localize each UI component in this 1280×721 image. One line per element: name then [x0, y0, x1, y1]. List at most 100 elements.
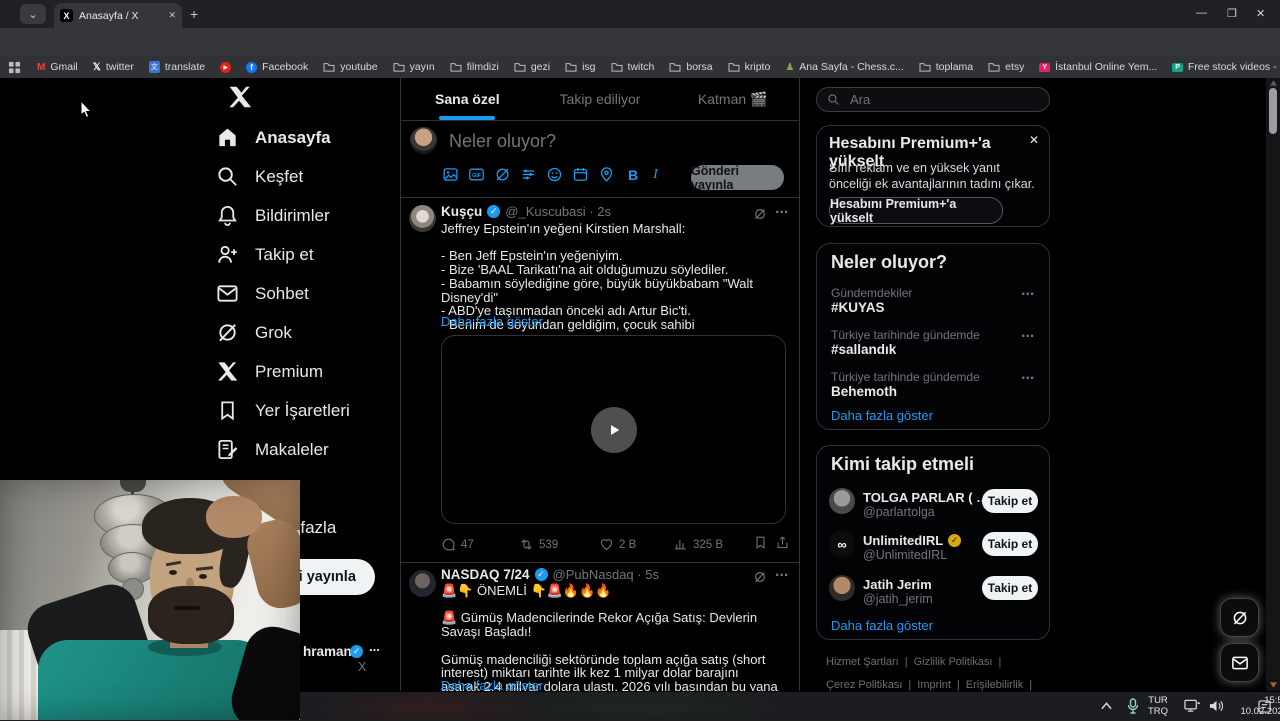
emoji-icon[interactable] — [546, 166, 563, 183]
follow-user-name[interactable]: UnlimitedIRL — [863, 533, 943, 548]
tab-close-icon[interactable]: ✕ — [168, 10, 176, 21]
network-icon[interactable] — [1184, 699, 1201, 713]
sidebar-item-yer-isaretleri[interactable]: Yer İşaretleri — [216, 391, 396, 430]
sidebar-item-bildirimler[interactable]: Bildirimler — [216, 196, 396, 235]
browser-tab[interactable]: X Anasayfa / X ✕ — [54, 3, 182, 28]
tweet-more-button[interactable]: ... — [775, 200, 788, 218]
trend-topic[interactable]: Behemoth — [831, 384, 897, 399]
trend-more-button[interactable]: ... — [1021, 282, 1034, 300]
follow-user-avatar[interactable]: ∞ — [829, 531, 855, 557]
follow-button[interactable]: Takip et — [982, 489, 1038, 513]
trend-topic[interactable]: #sallandık — [831, 342, 896, 357]
sidebar-item-makaleler[interactable]: Makaleler — [216, 430, 396, 469]
bookmark-facebook[interactable]: f Facebook — [246, 61, 308, 73]
tweet1-video-player[interactable] — [441, 335, 786, 524]
tweet1-reposts[interactable]: 539 — [519, 537, 558, 552]
page-scrollbar[interactable] — [1266, 78, 1280, 691]
bookmark-youtube-icon-only[interactable]: ▶ — [220, 61, 232, 73]
window-menu-button[interactable]: ⌄ — [20, 4, 46, 24]
tab-takip-ediliyor[interactable]: Takip ediliyor — [534, 78, 667, 120]
tweet-more-button[interactable]: ... — [775, 563, 788, 581]
speaker-icon[interactable] — [1209, 699, 1224, 713]
grok-fab[interactable] — [1220, 598, 1259, 637]
scrollbar-up-arrow[interactable] — [1270, 80, 1277, 86]
footer-link[interactable]: Hizmet Şartları — [826, 654, 899, 671]
poll-icon[interactable] — [520, 166, 537, 183]
share-icon[interactable] — [775, 535, 790, 550]
bookmark-translate[interactable]: 文 translate — [148, 61, 205, 73]
tweet2-meta[interactable]: @PubNasdaq · 5s — [553, 567, 659, 582]
tweet1-avatar[interactable] — [409, 205, 436, 232]
trends-show-more[interactable]: Daha fazla göster — [831, 408, 933, 423]
follow-button[interactable]: Takip et — [982, 532, 1038, 556]
window-minimize-button[interactable]: — — [1196, 7, 1207, 19]
tweet1-name[interactable]: Kuşçu — [441, 204, 482, 219]
bookmark-istanbul[interactable]: Y İstanbul Online Yem... — [1039, 61, 1157, 73]
follow-show-more[interactable]: Daha fazla göster — [831, 618, 933, 633]
follow-user-name[interactable]: TOLGA PARLAR ( … — [863, 490, 989, 505]
trend-more-button[interactable]: ... — [1021, 366, 1034, 384]
tab-katman[interactable]: Katman 🎬 — [666, 78, 799, 120]
bookmark-folder-borsa[interactable]: borsa — [669, 61, 713, 73]
bold-icon[interactable]: B — [628, 167, 638, 183]
bookmark-folder-etsy[interactable]: etsy — [988, 61, 1024, 73]
x-logo[interactable] — [227, 84, 253, 110]
sidebar-profile-name[interactable]: hraman — [303, 644, 352, 659]
bookmark-freestock[interactable]: PFree stock videos - P... — [1172, 61, 1280, 73]
tweet1-replies[interactable]: 47 — [441, 537, 474, 552]
bookmark-folder-yayin[interactable]: yayın — [393, 61, 435, 73]
scrollbar-down-arrow[interactable] — [1270, 682, 1277, 688]
sidebar-item-grok[interactable]: Grok — [216, 313, 396, 352]
profile-more-button[interactable]: ... — [369, 639, 380, 654]
location-icon[interactable] — [598, 166, 615, 183]
sidebar-item-sohbet[interactable]: Sohbet — [216, 274, 396, 313]
sidebar-item-premium[interactable]: Premium — [216, 352, 396, 391]
action-center-icon[interactable] — [1258, 700, 1272, 713]
bookmark-twitter[interactable]: 𝕏twitter — [93, 61, 134, 73]
trend-more-button[interactable]: ... — [1021, 324, 1034, 342]
tweet1-meta[interactable]: @_Kuscubasi · 2s — [505, 204, 611, 219]
follow-user-name[interactable]: Jatih Jerim — [863, 577, 932, 592]
clock[interactable]: 15:55 10.02.2026 — [1228, 695, 1280, 717]
search-box[interactable] — [816, 87, 1050, 112]
composer-post-button[interactable]: Gönderi yayınla — [691, 164, 784, 192]
play-button[interactable] — [590, 406, 637, 453]
premium-upgrade-button[interactable]: Hesabını Premium+'a yükselt — [829, 197, 1003, 225]
microphone-icon[interactable] — [1127, 698, 1139, 714]
bookmark-chess[interactable]: ♟ Ana Sayfa - Chess.c... — [785, 61, 903, 73]
bookmark-folder-twitch[interactable]: twitch — [611, 61, 654, 73]
footer-link[interactable]: Gizlilik Politikası — [914, 654, 993, 671]
bookmark-folder-toplama[interactable]: toplama — [919, 61, 973, 73]
window-restore-button[interactable]: ❐ — [1227, 7, 1237, 20]
follow-button[interactable]: Takip et — [982, 576, 1038, 600]
sidebar-item-takip-et[interactable]: Takip et — [216, 235, 396, 274]
tweet2-name[interactable]: NASDAQ 7/24 — [441, 567, 530, 582]
tab-sana-ozel[interactable]: Sana özel — [401, 78, 534, 120]
bookmark-folder-youtube[interactable]: youtube — [323, 61, 378, 73]
bookmark-folder-kripto[interactable]: kripto — [728, 61, 770, 73]
trend-topic[interactable]: #KUYAS — [831, 300, 885, 315]
close-icon[interactable]: ✕ — [1029, 133, 1039, 147]
follow-user-avatar[interactable] — [829, 575, 855, 601]
bookmark-folder-filmdizi[interactable]: filmdizi — [450, 61, 499, 73]
window-close-button[interactable]: ✕ — [1256, 7, 1265, 20]
tray-chevron-up-icon[interactable] — [1101, 702, 1112, 710]
follow-user-avatar[interactable] — [829, 488, 855, 514]
composer-avatar[interactable] — [410, 127, 437, 154]
composer-placeholder[interactable]: Neler oluyor? — [449, 131, 556, 152]
tweet1-show-more[interactable]: Daha fazla göster — [441, 314, 543, 329]
media-icon[interactable] — [442, 166, 459, 183]
tweet-grok-icon[interactable] — [753, 207, 767, 221]
tweet-grok-icon[interactable] — [753, 570, 767, 584]
bookmark-gmail[interactable]: M Gmail — [37, 61, 78, 73]
messages-fab[interactable] — [1220, 643, 1259, 682]
italic-icon[interactable]: I — [653, 167, 658, 183]
sidebar-item-kesfet[interactable]: Keşfet — [216, 157, 396, 196]
schedule-icon[interactable] — [572, 166, 589, 183]
bookmark-folder-isg[interactable]: isg — [565, 61, 596, 73]
language-indicator[interactable]: TUR TRQ — [1148, 695, 1168, 717]
scrollbar-thumb[interactable] — [1269, 88, 1277, 134]
tweet1-likes[interactable]: 2 B — [599, 537, 636, 552]
tweet2-avatar[interactable] — [409, 570, 436, 597]
search-input[interactable] — [848, 91, 1022, 108]
